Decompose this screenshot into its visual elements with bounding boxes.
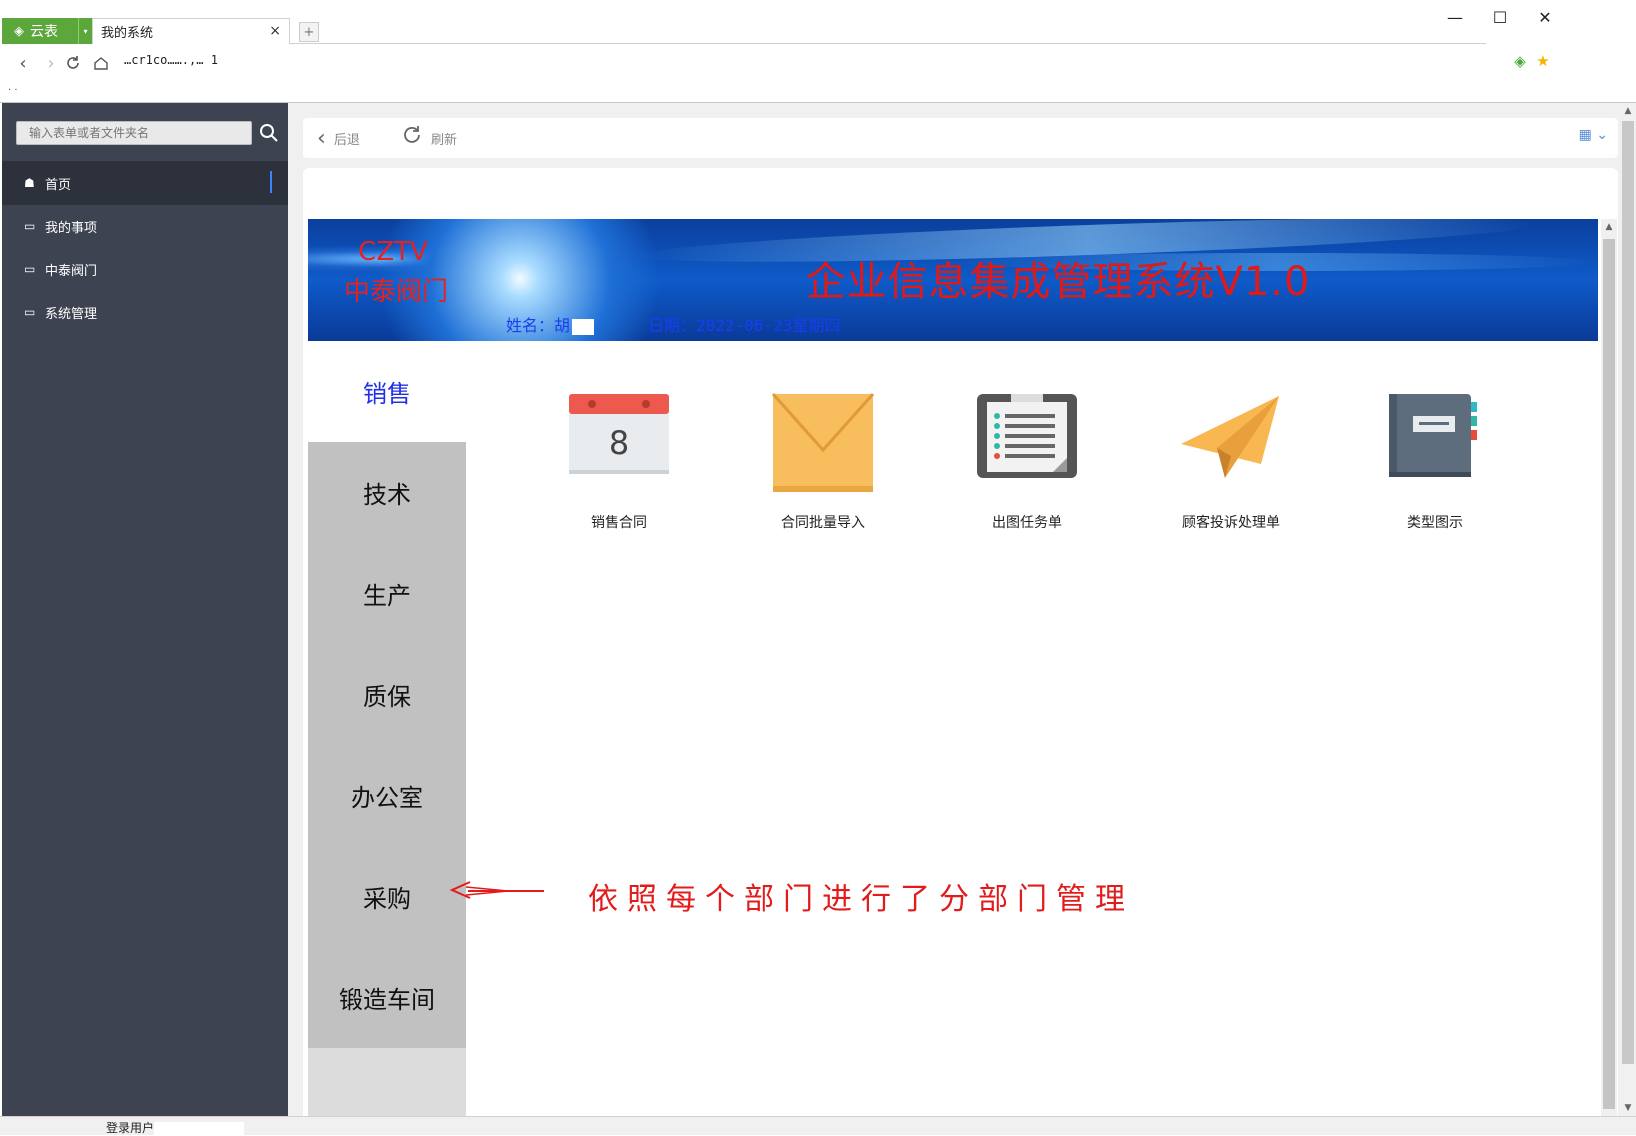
clipboard-icon bbox=[977, 394, 1077, 478]
sidebar-item-system-admin[interactable]: ▭ 系统管理 bbox=[2, 290, 288, 334]
redacted-block bbox=[154, 1121, 245, 1136]
redacted-block bbox=[572, 318, 595, 335]
logo-company-name: 中泰阀门 bbox=[343, 277, 448, 307]
module-label: 类型图示 bbox=[1407, 515, 1463, 531]
paper-plane-icon bbox=[1181, 396, 1279, 478]
module-label: 顾客投诉处理单 bbox=[1182, 515, 1280, 531]
current-date: 日期：2022-06-23星期四 bbox=[648, 316, 841, 335]
search-icon[interactable] bbox=[258, 122, 280, 144]
active-indicator bbox=[270, 171, 272, 193]
close-window-icon[interactable]: ✕ bbox=[1530, 6, 1560, 28]
brand-button[interactable]: ◈ 云表 ▾ bbox=[2, 18, 92, 44]
refresh-icon bbox=[401, 124, 423, 152]
user-name-label: 姓名：胡 bbox=[506, 316, 571, 335]
department-tabs: 销售 技术 生产 质保 办公室 采购 锻造车间 bbox=[308, 341, 466, 1048]
annotation-arrow-icon bbox=[449, 881, 544, 899]
tab-office[interactable]: 办公室 bbox=[308, 745, 466, 846]
tab-sales[interactable]: 销售 bbox=[308, 341, 466, 442]
search-input[interactable] bbox=[16, 121, 252, 145]
scroll-up-icon[interactable]: ▲ bbox=[1601, 219, 1617, 235]
browser-chrome: ◈ 云表 ▾ 我的系统 × + — ☐ ✕ ‹ › …cr1co…….,… 1 … bbox=[0, 0, 1636, 103]
scroll-down-icon[interactable]: ▼ bbox=[1620, 1100, 1636, 1116]
folder-open-icon: ▭ bbox=[24, 262, 36, 276]
bookmark-bar: . . bbox=[8, 82, 18, 93]
login-user-label: 登录用户 bbox=[106, 1121, 155, 1135]
module-sales-contract[interactable]: 8 销售合同 bbox=[544, 392, 694, 532]
app-sidebar: ☗ 首页 ▭ 我的事项 ▭ 中泰阀门 ▭ 系统管理 bbox=[2, 103, 288, 1116]
calendar-icon: 8 bbox=[569, 394, 669, 474]
brand-logo-icon: ◈ bbox=[14, 23, 24, 39]
annotation-text: 依照每个部门进行了分部门管理 bbox=[588, 882, 1134, 917]
maximize-icon[interactable]: ☐ bbox=[1485, 6, 1515, 28]
sidebar-item-label: 系统管理 bbox=[45, 306, 98, 322]
sidebar-item-my-tasks[interactable]: ▭ 我的事项 bbox=[2, 204, 288, 248]
calendar-day: 8 bbox=[609, 424, 629, 462]
refresh-button[interactable]: 刷新 bbox=[401, 118, 457, 158]
module-label: 合同批量导入 bbox=[781, 515, 865, 531]
scroll-up-icon[interactable]: ▲ bbox=[1620, 103, 1636, 119]
sidebar-item-home[interactable]: ☗ 首页 bbox=[2, 161, 288, 205]
login-user-status: 登录用户 bbox=[106, 1119, 245, 1136]
sidebar-item-label: 我的事项 bbox=[45, 220, 98, 236]
chevron-left-icon: ‹ bbox=[317, 125, 326, 151]
page-scrollbar[interactable]: ▲ ▼ bbox=[1620, 103, 1636, 1116]
module-label: 出图任务单 bbox=[992, 515, 1062, 531]
scroll-thumb[interactable] bbox=[1622, 121, 1634, 1064]
folder-open-icon: ▭ bbox=[24, 305, 36, 319]
home-icon[interactable] bbox=[90, 52, 112, 74]
system-title: 企业信息集成管理系统V1.0 bbox=[805, 259, 1311, 305]
system-banner: CZTV 中泰阀门 企业信息集成管理系统V1.0 姓名：胡 日期：2022-06… bbox=[308, 219, 1598, 341]
module-batch-import[interactable]: 合同批量导入 bbox=[748, 392, 898, 532]
back-label: 后退 bbox=[333, 132, 360, 148]
scroll-thumb[interactable] bbox=[1603, 239, 1615, 1109]
envelope-icon bbox=[771, 393, 875, 492]
minimize-icon[interactable]: — bbox=[1440, 6, 1470, 28]
sidebar-item-label: 中泰阀门 bbox=[45, 263, 98, 279]
content-toolbar: ‹ 后退 刷新 ▦ ⌄ bbox=[303, 118, 1618, 158]
tab-quality[interactable]: 质保 bbox=[308, 644, 466, 745]
logo-cztv: CZTV bbox=[358, 237, 428, 267]
tab-technology[interactable]: 技术 bbox=[308, 442, 466, 543]
module-label: 销售合同 bbox=[591, 515, 647, 531]
forward-arrow-icon[interactable]: › bbox=[40, 52, 62, 74]
new-tab-button[interactable]: + bbox=[299, 22, 319, 42]
refresh-label: 刷新 bbox=[431, 132, 458, 148]
extension-icon[interactable]: ◈ bbox=[1511, 52, 1529, 70]
reload-icon[interactable] bbox=[62, 52, 84, 74]
status-bar: 登录用户 bbox=[0, 1116, 1636, 1136]
close-tab-icon[interactable]: × bbox=[269, 23, 281, 39]
favorite-star-icon[interactable]: ★ bbox=[1534, 52, 1552, 70]
module-customer-complaint[interactable]: 顾客投诉处理单 bbox=[1156, 392, 1306, 532]
module-type-diagram[interactable]: 类型图示 bbox=[1360, 392, 1510, 532]
folder-open-icon: ▭ bbox=[24, 219, 36, 233]
inner-scrollbar[interactable]: ▲ bbox=[1601, 219, 1617, 1128]
tab-divider bbox=[290, 43, 1486, 44]
tab-purchasing[interactable]: 采购 bbox=[308, 846, 466, 947]
address-bar[interactable]: …cr1co…….,… 1 bbox=[124, 53, 424, 73]
layout-toggle-icon[interactable]: ▦ ⌄ bbox=[1579, 127, 1608, 143]
brand-label: 云表 bbox=[30, 24, 58, 40]
tab-my-system[interactable]: 我的系统 × bbox=[92, 18, 290, 44]
tab-forging-workshop[interactable]: 锻造车间 bbox=[308, 947, 466, 1048]
sidebar-item-zhongtai-valve[interactable]: ▭ 中泰阀门 bbox=[2, 247, 288, 291]
tab-production[interactable]: 生产 bbox=[308, 543, 466, 644]
back-button[interactable]: ‹ 后退 bbox=[317, 118, 360, 158]
back-arrow-icon[interactable]: ‹ bbox=[12, 52, 34, 74]
home-icon: ☗ bbox=[24, 176, 35, 190]
user-name: 姓名：胡 bbox=[506, 312, 595, 336]
tab-title: 我的系统 bbox=[101, 26, 154, 41]
book-icon bbox=[1389, 394, 1477, 477]
brand-dropdown-icon[interactable]: ▾ bbox=[78, 18, 92, 44]
module-drawing-task[interactable]: 出图任务单 bbox=[952, 392, 1102, 532]
sidebar-item-label: 首页 bbox=[45, 177, 72, 193]
